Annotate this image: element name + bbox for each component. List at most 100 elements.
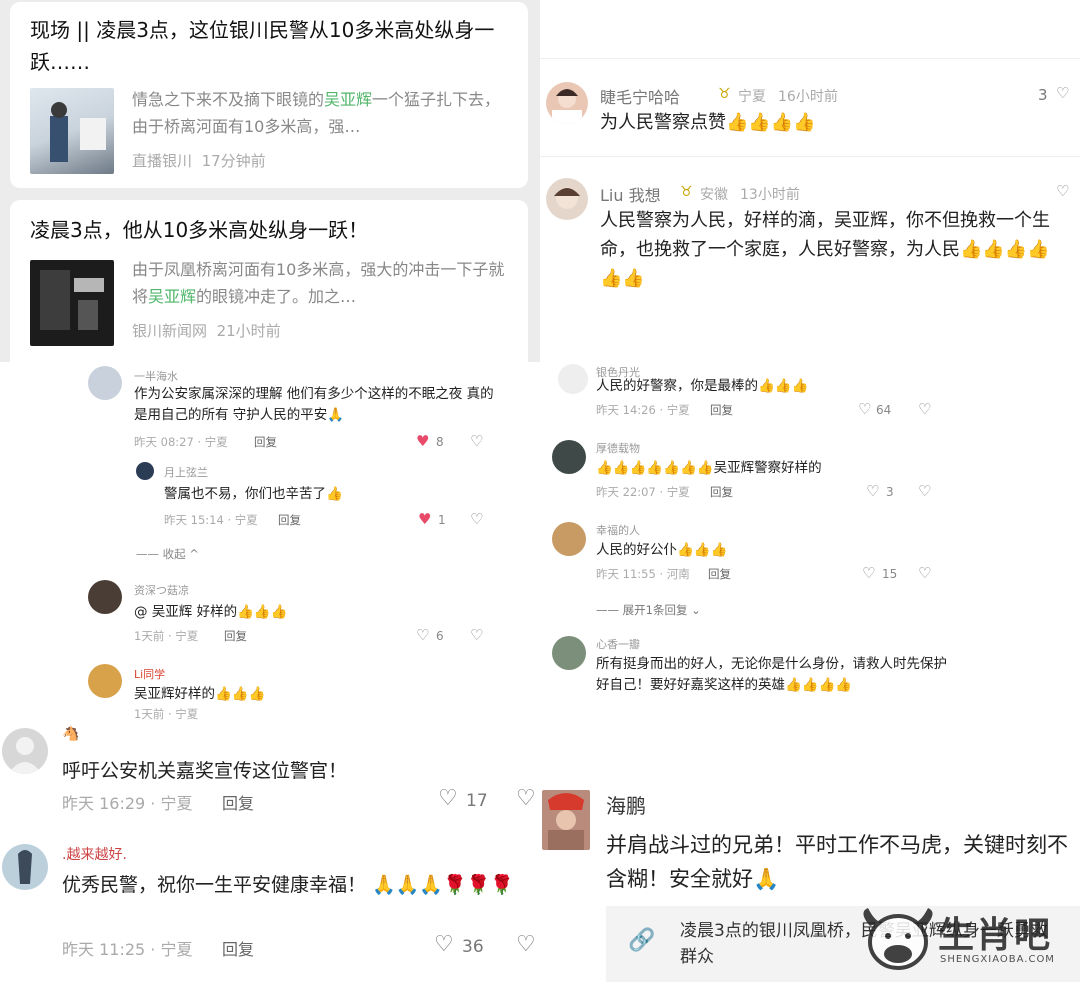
news-snippet: 情急之下来不及摘下眼镜的吴亚辉一个猛子扎下去，由于桥离河面有10多米高，强… [132,90,501,136]
dislike-icon[interactable]: ♡ [470,510,483,528]
reply-button[interactable]: 回复 [224,628,247,644]
avatar[interactable] [88,664,122,698]
comment-time: 昨天 14:26 · 宁夏 [596,403,690,417]
reply-button[interactable]: 回复 [278,512,301,528]
like-count: 17 [466,791,488,811]
avatar[interactable] [2,844,48,890]
news-thumbnail[interactable] [30,88,114,174]
comments-panel-middle-left: 一半海水 作为公安家属深深的理解 他们有多少个这样的不眠之夜 真的是用自己的所有… [80,362,520,720]
watermark-logo: 生肖吧 SHENGXIAOBA.COM [858,902,1078,976]
comment-text: 所有挺身而出的好人，无论你是什么身份，请救人时先保护好自己！要好好嘉奖这样的英雄… [596,656,947,693]
heart-icon[interactable]: ♥ [418,510,431,528]
comment-time: 昨天 08:27 · 宁夏 [134,435,228,449]
comment-time: 1天前 · 宁夏 [134,707,199,720]
dislike-icon[interactable]: ♡ [470,626,483,644]
like-count: 64 [876,403,892,417]
news-title[interactable]: 现场 || 凌晨3点，这位银川民警从10多米高处纵身一跃…… [30,14,510,78]
comment-username[interactable]: 海鹏 [606,790,646,819]
comment-username[interactable]: 幸福的人 [596,522,640,538]
avatar[interactable] [552,440,586,474]
heart-icon[interactable]: ♡ [866,482,879,500]
like-count: 1 [438,513,446,527]
comment-username[interactable]: 一半海水 [134,368,178,384]
comment-username[interactable]: 月上弦兰 [164,464,208,480]
news-card[interactable]: 现场 || 凌晨3点，这位银川民警从10多米高处纵身一跃…… 情急之下来不及摘下… [10,2,528,188]
dislike-icon[interactable]: ♡ [516,786,536,811]
heart-icon[interactable]: ♥ [416,432,429,450]
expand-replies-button[interactable]: —— 展开1条回复 ⌄ [596,602,701,618]
comment-text: 作为公安家属深深的理解 他们有多少个这样的不眠之夜 真的是用自己的所有 守护人民… [134,386,494,423]
avatar[interactable] [88,366,122,400]
comment-time: 昨天 16:29 · 宁夏 [62,794,193,813]
like-count: 15 [882,567,898,581]
badge-icon: ♉ [680,184,693,200]
news-source: 银川新闻网 21小时前 [132,322,281,340]
ox-head-icon [863,908,933,970]
dislike-icon[interactable]: ♡ [918,400,931,418]
comment-username[interactable]: 厚德载物 [596,440,640,456]
comment-time: 昨天 11:55 · 河南 [596,567,690,581]
comment-username[interactable]: Li同学 [134,666,165,682]
heart-icon[interactable]: ♡ [416,626,429,644]
reply-button[interactable]: 回复 [222,936,254,960]
news-title[interactable]: 凌晨3点，他从10多米高处纵身一跃！ [30,214,510,246]
avatar[interactable] [88,580,122,614]
dislike-icon[interactable]: ♡ [918,482,931,500]
news-panel: 现场 || 凌晨3点，这位银川民警从10多米高处纵身一跃…… 情急之下来不及摘下… [0,0,540,362]
reply-button[interactable]: 回复 [708,566,731,582]
comment-username[interactable]: .越来越好. [62,844,127,864]
heart-icon[interactable]: ♡ [434,932,454,957]
comment-username[interactable]: 睫毛宁哈哈 [600,84,680,108]
comment-region: 宁夏 [738,89,766,105]
dislike-icon[interactable]: ♡ [918,564,931,582]
comment-username[interactable]: 🐴 [62,726,79,742]
heart-icon[interactable]: ♡ [1056,84,1069,102]
avatar[interactable] [136,462,154,480]
comment-text: 并肩战斗过的兄弟！平时工作不马虎，关键时刻不含糊！安全就好🙏 [606,833,1068,891]
collapse-button[interactable]: —— 收起 ^ [136,546,199,562]
default-avatar-icon[interactable] [2,728,48,774]
thumbs-up-icon: 👍👍👍👍 [726,112,816,133]
comments-panel-middle-right: 银色丹光 人民的好警察，你是最棒的👍👍👍 昨天 14:26 · 宁夏 回复 ♡ … [540,362,1080,720]
reply-button[interactable]: 回复 [222,790,254,814]
heart-icon[interactable]: ♡ [862,564,875,582]
news-card[interactable]: 凌晨3点，他从10多米高处纵身一跃！ 由于凤凰桥离河面有10多米高，强大的冲击一… [10,200,528,362]
like-count: 3 [1038,86,1048,104]
comment-time: 昨天 15:14 · 宁夏 [164,513,258,527]
avatar[interactable] [546,82,588,124]
avatar[interactable] [542,790,590,850]
avatar[interactable] [558,364,588,394]
dislike-icon[interactable]: ♡ [470,432,483,450]
like-count: 36 [462,937,484,957]
news-thumbnail[interactable] [30,260,114,346]
comment-text: 人民警察为人民，好样的滴，吴亚辉，你不但挽救一个生命，也挽救了一个家庭，人民好警… [600,210,1050,289]
reply-button[interactable]: 回复 [710,402,733,418]
highlighted-name: 吴亚辉 [324,90,373,109]
watermark-brand: 生肖吧 [938,915,1053,956]
comments-panel-bottom-right: 海鹏 并肩战斗过的兄弟！平时工作不马虎，关键时刻不含糊！安全就好🙏 🔗 凌晨3点… [540,720,1080,982]
avatar[interactable] [552,522,586,556]
heart-icon[interactable]: ♡ [858,400,871,418]
heart-icon[interactable]: ♡ [438,786,458,811]
comment-time: 16小时前 [778,89,838,105]
dislike-icon[interactable]: ♡ [516,932,536,957]
comment-text: @ 吴亚辉 好样的👍👍👍 [134,604,288,620]
like-count: 3 [886,485,894,499]
avatar[interactable] [546,178,588,220]
heart-icon[interactable]: ♡ [1056,182,1069,200]
comment-text: 为人民警察点赞👍👍👍👍 [600,112,816,133]
avatar[interactable] [552,636,586,670]
reply-button[interactable]: 回复 [254,434,277,450]
divider [540,58,1080,59]
comments-panel-top-right: 睫毛宁哈哈 ♉ 宁夏 16小时前 3 ♡ 为人民警察点赞👍👍👍👍 Liu 我想 … [540,0,1080,362]
badge-icon: ♉ [718,86,731,102]
comment-time: 1天前 · 宁夏 [134,629,199,643]
comment-username[interactable]: Liu 我想 [600,182,661,206]
comment-username[interactable]: 心香一瓣 [596,636,640,652]
divider [540,156,1080,157]
comment-username[interactable]: 资深つ菇凉 [134,582,189,598]
news-snippet: 由于凤凰桥离河面有10多米高，强大的冲击一下子就将吴亚辉的眼镜冲走了。加之… [132,260,505,306]
comment-region: 安徽 [700,187,728,203]
link-icon: 🔗 [628,928,656,953]
reply-button[interactable]: 回复 [710,484,733,500]
